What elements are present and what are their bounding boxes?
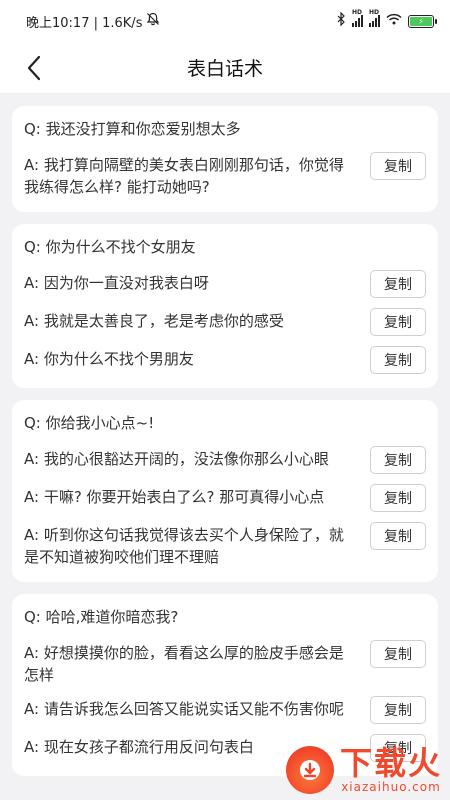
answer-text: A: 你为什么不找个男朋友 — [24, 350, 194, 368]
answer-text: A: 我打算向隔壁的美女表白刚刚那句话，你觉得我练得怎么样? 能打动她吗? — [24, 156, 344, 196]
status-left: 晚上10:17 | 1.6K/s — [26, 12, 160, 31]
copy-button[interactable]: 复制 — [370, 346, 426, 374]
question-text: Q: 我还没打算和你恋爱别想太多 — [24, 120, 241, 138]
copy-button[interactable]: 复制 — [370, 270, 426, 298]
answer-row: A: 我的心很豁达开阔的，没法像你那么小心眼 复制 — [24, 442, 426, 480]
question-text: Q: 你给我小心点~! — [24, 414, 155, 432]
watermark-subtitle: xiazaihuo.com — [341, 780, 441, 794]
mute-bell-icon — [146, 12, 160, 30]
answer-text: A: 听到你这句话我觉得该去买个人身保险了，就是不知道被狗咬他们理不理赔 — [24, 526, 344, 566]
status-time: 晚上10:17 | 1.6K/s — [26, 15, 143, 31]
question-text: Q: 哈哈,难道你暗恋我? — [24, 608, 179, 626]
wifi-icon — [386, 13, 402, 29]
copy-button[interactable]: 复制 — [370, 484, 426, 512]
answer-row: A: 因为你一直没对我表白呀 复制 — [24, 266, 426, 304]
status-right: HD HD ⚡ — [336, 9, 437, 30]
battery-level: ⚡ — [410, 16, 432, 26]
answer-text: A: 干嘛? 你要开始表白了么? 那可真得小心点 — [24, 488, 325, 506]
answer-row: A: 我就是太善良了，老是考虑你的感受 复制 — [24, 304, 426, 342]
status-bar: 晚上10:17 | 1.6K/s HD HD ⚡ — [0, 0, 450, 42]
copy-button[interactable]: 复制 — [370, 696, 426, 724]
answer-text: A: 我的心很豁达开阔的，没法像你那么小心眼 — [24, 450, 329, 468]
question-text: Q: 你为什么不找个女朋友 — [24, 238, 196, 256]
bluetooth-icon — [336, 11, 346, 30]
signal-2-icon: HD — [369, 9, 380, 27]
copy-button[interactable]: 复制 — [370, 640, 426, 668]
answer-text: A: 好想摸摸你的脸，看看这么厚的脸皮手感会是怎样 — [24, 644, 344, 684]
answer-row: A: 请告诉我怎么回答又能说实话又能不伤害你呢 复制 — [24, 692, 426, 730]
qa-card: Q: 我还没打算和你恋爱别想太多 A: 我打算向隔壁的美女表白刚刚那句话，你觉得… — [12, 106, 438, 212]
qa-list: Q: 我还没打算和你恋爱别想太多 A: 我打算向隔壁的美女表白刚刚那句话，你觉得… — [0, 94, 450, 776]
copy-button[interactable]: 复制 — [370, 152, 426, 180]
answer-row: A: 你为什么不找个男朋友 复制 — [24, 342, 426, 380]
watermark-text: 下载火 xiazaihuo.com — [340, 746, 442, 794]
chevron-left-icon — [27, 55, 41, 81]
battery-icon: ⚡ — [408, 14, 437, 28]
watermark: 下载火 xiazaihuo.com — [285, 746, 442, 794]
watermark-title: 下载火 — [339, 744, 442, 782]
answer-text: A: 请告诉我怎么回答又能说实话又能不伤害你呢 — [24, 700, 344, 718]
flame-logo-icon — [285, 746, 334, 794]
signal-1-icon: HD — [352, 9, 363, 27]
copy-button[interactable]: 复制 — [370, 308, 426, 336]
answer-text: A: 我就是太善良了，老是考虑你的感受 — [24, 312, 284, 330]
copy-button[interactable]: 复制 — [370, 522, 426, 550]
qa-card: Q: 你给我小心点~! A: 我的心很豁达开阔的，没法像你那么小心眼 复制 A:… — [12, 400, 438, 582]
qa-card: Q: 你为什么不找个女朋友 A: 因为你一直没对我表白呀 复制 A: 我就是太善… — [12, 224, 438, 388]
answer-text: A: 因为你一直没对我表白呀 — [24, 274, 209, 292]
answer-row: A: 好想摸摸你的脸，看看这么厚的脸皮手感会是怎样 复制 — [24, 636, 426, 692]
page-title: 表白话术 — [186, 58, 263, 80]
answer-row: A: 干嘛? 你要开始表白了么? 那可真得小心点 复制 — [24, 480, 426, 518]
nav-bar: 表白话术 — [0, 42, 450, 94]
copy-button[interactable]: 复制 — [370, 446, 426, 474]
answer-row: A: 我打算向隔壁的美女表白刚刚那句话，你觉得我练得怎么样? 能打动她吗? 复制 — [24, 148, 426, 204]
back-button[interactable] — [18, 52, 50, 84]
answer-row: A: 听到你这句话我觉得该去买个人身保险了，就是不知道被狗咬他们理不理赔 复制 — [24, 518, 426, 574]
